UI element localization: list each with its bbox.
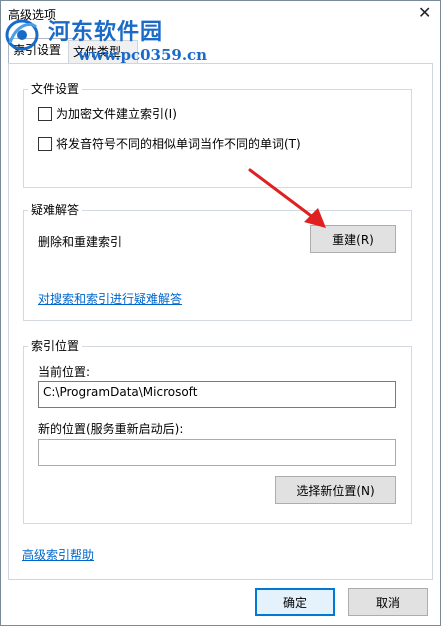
- red-arrow-annotation: [248, 168, 326, 228]
- troubleshoot-link[interactable]: 对搜索和索引进行疑难解答: [38, 290, 182, 307]
- new-location-label: 新的位置(服务重新启动后):: [38, 422, 184, 436]
- watermark-name: 河东软件园: [48, 19, 164, 45]
- new-location-field: [38, 439, 396, 466]
- select-new-location-button[interactable]: 选择新位置(N): [275, 476, 396, 504]
- advanced-index-help-link[interactable]: 高级索引帮助: [22, 546, 94, 563]
- cancel-button[interactable]: 取消: [348, 588, 428, 616]
- diacritics-checkbox[interactable]: [38, 137, 52, 151]
- watermark-url: www.pc0359.cn: [78, 46, 208, 64]
- close-icon[interactable]: ✕: [418, 3, 431, 23]
- diacritics-label[interactable]: 将发音符号不同的相似单词当作不同的单词(T): [56, 135, 301, 152]
- rebuild-description: 删除和重建索引: [38, 235, 123, 249]
- index-location-legend: 索引位置: [28, 337, 83, 354]
- ok-button[interactable]: 确定: [255, 588, 335, 616]
- encrypted-files-label[interactable]: 为加密文件建立索引(I): [56, 105, 177, 122]
- troubleshoot-legend: 疑难解答: [28, 201, 83, 218]
- current-location-label: 当前位置:: [38, 365, 91, 379]
- current-location-field: C:\ProgramData\Microsoft: [38, 381, 396, 408]
- watermark-logo-icon: [5, 19, 39, 51]
- encrypted-files-checkbox[interactable]: [38, 107, 52, 121]
- file-settings-legend: 文件设置: [28, 80, 83, 97]
